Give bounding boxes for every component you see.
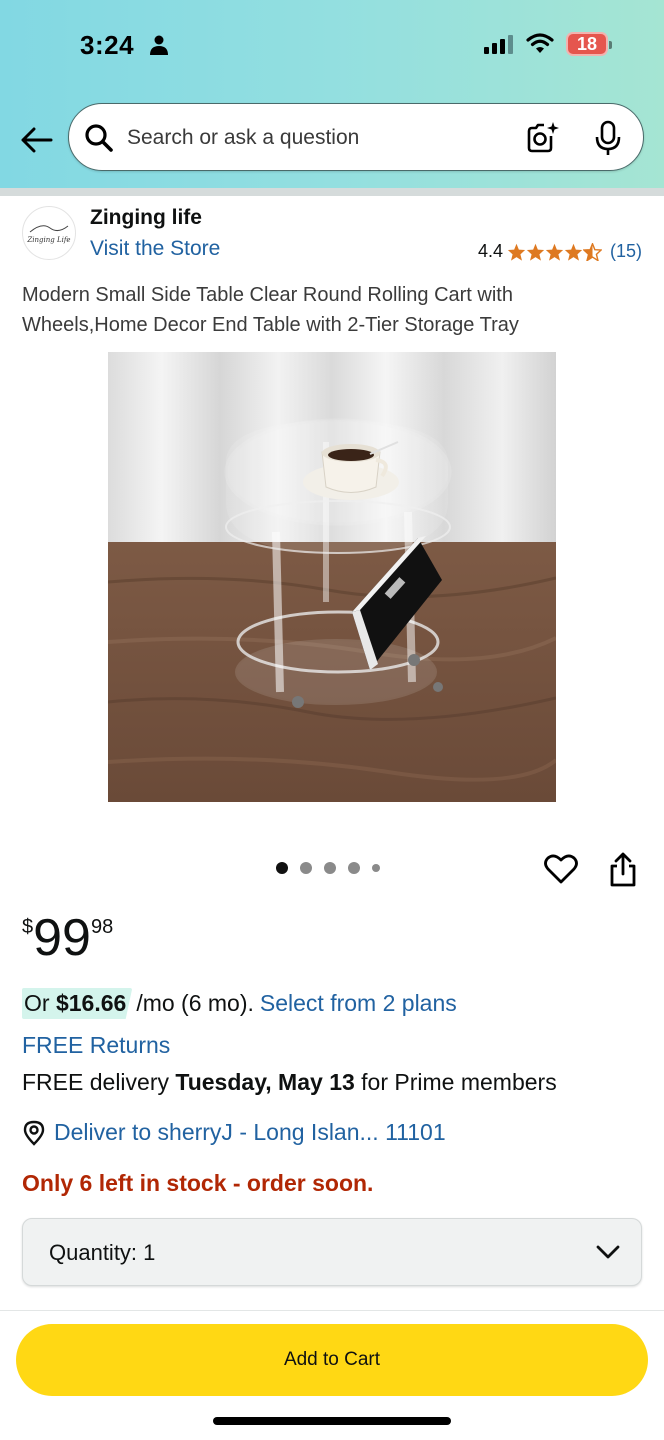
quantity-value: 1 [143,1240,156,1265]
chevron-down-icon [596,1245,620,1259]
location-pin-icon [23,1120,45,1146]
half-star-icon [582,242,602,261]
store-logo-text: Zinging Life [26,236,70,244]
star-icon [564,243,583,261]
star-icon [507,243,526,261]
rating-value: 4.4 [477,241,503,261]
search-bar[interactable] [68,103,644,171]
delivery-prefix: FREE delivery [22,1069,169,1095]
share-icon[interactable] [608,852,638,888]
status-indicators: 18 [484,32,612,56]
store-logo-mark: Zinging Life [26,225,71,244]
rating-summary[interactable]: 4.4 (15) [478,241,642,262]
quantity-label: Quantity: 1 [49,1240,155,1266]
price-symbol: $ [22,916,34,938]
price-whole: 99 [33,909,91,967]
delivery-suffix: for Prime members [361,1069,557,1095]
header-divider [0,188,664,196]
microphone-icon[interactable] [593,120,623,158]
carousel-dot[interactable] [300,862,312,874]
monthly-or-label: Or [24,990,50,1016]
back-arrow-icon [21,127,53,153]
monthly-payment: Or $16.66 /mo (6 mo). Select from 2 plan… [22,988,457,1019]
monthly-highlight: Or $16.66 [22,988,133,1019]
add-to-cart-button[interactable]: Add to Cart [16,1324,648,1396]
app-header: 3:24 18 [0,0,664,188]
back-button[interactable] [16,120,56,160]
quantity-label-text: Quantity: [49,1240,138,1265]
carousel-dot[interactable] [372,864,380,872]
star-icon [526,243,545,261]
rating-count[interactable]: (15) [610,241,642,262]
heart-icon[interactable] [544,852,578,886]
monthly-amount: $16.66 [55,990,127,1016]
product-title: Modern Small Side Table Clear Round Roll… [22,284,519,336]
free-returns-link[interactable]: FREE Returns [22,1032,170,1059]
star-icon [545,243,564,261]
carousel-dot[interactable] [348,862,360,874]
product-image[interactable] [108,352,556,802]
store-name: Zinging life [90,206,202,229]
star-rating [507,242,602,261]
status-time: 3:24 [80,30,135,60]
battery-indicator: 18 [566,32,612,56]
select-plans-link[interactable]: Select from 2 plans [260,990,457,1017]
monthly-term: /mo (6 mo). [136,990,254,1016]
cellular-signal-icon [484,35,513,54]
search-icon [85,124,113,152]
visit-store-link[interactable]: Visit the Store [90,237,220,261]
search-input[interactable] [127,122,507,154]
delivery-info: FREE delivery Tuesday, May 13 for Prime … [22,1069,557,1096]
quantity-selector[interactable]: Quantity: 1 [22,1218,642,1286]
stock-warning: Only 6 left in stock - order soon. [22,1170,374,1196]
wifi-icon [526,33,554,53]
store-logo[interactable]: Zinging Life [22,206,76,260]
deliver-to-label[interactable]: Deliver to sherryJ - Long Islan... 11101 [54,1119,446,1146]
price: $ 99 98 [22,910,113,966]
camera-lens-icon[interactable] [525,120,561,156]
bottom-divider [0,1310,664,1311]
carousel-dot[interactable] [324,862,336,874]
home-indicator[interactable] [213,1417,451,1425]
carousel-dot-active[interactable] [276,862,288,874]
price-fraction: 98 [90,916,114,938]
deliver-to-link[interactable]: Deliver to sherryJ - Long Islan... 11101 [22,1119,446,1146]
person-icon [150,35,168,55]
delivery-date: Tuesday, May 13 [175,1069,355,1095]
image-carousel-dots[interactable] [276,862,380,874]
